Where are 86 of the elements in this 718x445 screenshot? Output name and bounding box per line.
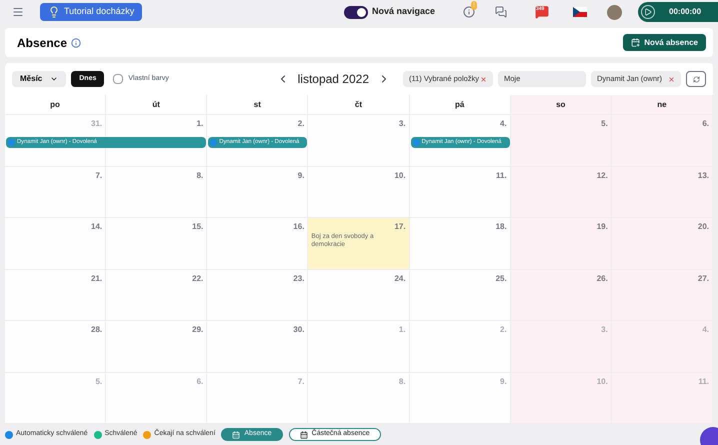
day-number: 9. bbox=[298, 170, 304, 182]
day-number: 16. bbox=[293, 221, 304, 233]
lightbulb-icon bbox=[48, 6, 60, 18]
day-number: 5. bbox=[601, 118, 608, 130]
refresh-button[interactable] bbox=[686, 71, 706, 87]
caret-icon bbox=[50, 75, 58, 83]
day-number: 6. bbox=[196, 376, 204, 388]
day-cell[interactable]: 6. bbox=[612, 115, 713, 166]
day-number: 3. bbox=[398, 118, 406, 130]
play-button[interactable] bbox=[641, 5, 655, 19]
day-cell[interactable]: 25. bbox=[410, 270, 511, 320]
refresh-icon bbox=[692, 76, 700, 82]
day-number: 14. bbox=[91, 221, 102, 233]
day-number: 6. bbox=[702, 118, 709, 130]
day-number: 11. bbox=[698, 376, 709, 388]
day-cell[interactable]: 26. bbox=[510, 270, 612, 320]
timer-text: 00:00:00 bbox=[669, 6, 702, 18]
clear-icon[interactable] bbox=[668, 76, 675, 82]
day-number: 21. bbox=[91, 272, 102, 284]
day-cell[interactable]: 12. bbox=[510, 166, 612, 217]
navigation-toggle[interactable] bbox=[344, 6, 368, 18]
day-cell[interactable]: 9. bbox=[410, 372, 511, 423]
day-number: 30. bbox=[293, 324, 304, 336]
month-title: listopad 2022 bbox=[296, 71, 370, 88]
day-cell[interactable]: 19. bbox=[510, 218, 612, 268]
day-number: 15. bbox=[192, 221, 204, 233]
day-number: 12. bbox=[596, 170, 608, 182]
day-number: 17. bbox=[394, 221, 406, 233]
calendar-icon bbox=[232, 430, 240, 438]
day-number: 7. bbox=[95, 170, 102, 182]
flag-icon[interactable] bbox=[573, 7, 587, 17]
day-number: 10. bbox=[596, 376, 608, 388]
chat-icon[interactable] bbox=[495, 6, 507, 18]
day-cell[interactable]: 27. bbox=[612, 270, 713, 320]
message-icon[interactable] bbox=[535, 5, 549, 19]
day-number: 20. bbox=[698, 221, 709, 233]
day-number: 27. bbox=[698, 272, 709, 284]
day-number: 2. bbox=[500, 324, 507, 336]
timer-panel[interactable]: 00:00:00 bbox=[638, 2, 718, 22]
day-number: 24. bbox=[394, 272, 406, 284]
day-number: 4. bbox=[702, 324, 709, 336]
day-number: 8. bbox=[398, 376, 406, 388]
day-number: 7. bbox=[298, 376, 304, 388]
play-icon bbox=[644, 8, 652, 16]
day-number: 13. bbox=[698, 170, 709, 182]
toggle-label: Nová navigace bbox=[372, 5, 435, 18]
day-number: 18. bbox=[496, 221, 507, 233]
day-cell[interactable]: 20. bbox=[612, 218, 713, 268]
day-number: 5. bbox=[95, 376, 102, 388]
info-icon[interactable] bbox=[71, 38, 82, 48]
day-number: 4. bbox=[500, 118, 507, 130]
day-number: 9. bbox=[500, 376, 507, 388]
day-cell[interactable]: 18. bbox=[410, 218, 511, 268]
day-cell[interactable]: 11. bbox=[410, 166, 511, 217]
day-number: 3. bbox=[601, 324, 608, 336]
info-icon[interactable] bbox=[463, 6, 475, 18]
day-number: 2. bbox=[298, 118, 304, 130]
day-number: 19. bbox=[596, 221, 608, 233]
day-cell[interactable]: 2. bbox=[410, 321, 511, 372]
day-number: 10. bbox=[394, 170, 406, 182]
day-number: 28. bbox=[91, 324, 102, 336]
day-number: 22. bbox=[192, 272, 204, 284]
checkbox[interactable] bbox=[113, 74, 124, 84]
page-title: Absence bbox=[17, 34, 68, 52]
menu-icon[interactable] bbox=[12, 6, 24, 18]
day-number: 25. bbox=[496, 272, 507, 284]
tutorial-button[interactable]: Tutorial docházky bbox=[40, 3, 142, 21]
day-cell[interactable]: 5. bbox=[510, 115, 612, 166]
day-number: 8. bbox=[196, 170, 204, 182]
view-dropdown[interactable]: Měsíc bbox=[12, 71, 66, 87]
weekday-header: ne bbox=[612, 95, 713, 114]
clear-icon[interactable] bbox=[480, 76, 487, 82]
new-absence-button[interactable]: Nová absence bbox=[623, 34, 706, 51]
weekday-header: so bbox=[510, 95, 612, 114]
day-number: 31. bbox=[91, 118, 102, 130]
day-number: 23. bbox=[293, 272, 304, 284]
weekday-header: pá bbox=[410, 95, 511, 114]
avatar[interactable] bbox=[607, 4, 622, 20]
calendar-icon bbox=[300, 430, 308, 438]
day-number: 11. bbox=[496, 170, 507, 182]
day-number: 26. bbox=[596, 272, 608, 284]
calendar-plus-icon bbox=[631, 38, 640, 47]
day-cell[interactable]: 13. bbox=[612, 166, 713, 217]
day-number: 1. bbox=[196, 118, 204, 130]
day-number: 1. bbox=[398, 324, 406, 336]
day-number: 29. bbox=[192, 324, 204, 336]
